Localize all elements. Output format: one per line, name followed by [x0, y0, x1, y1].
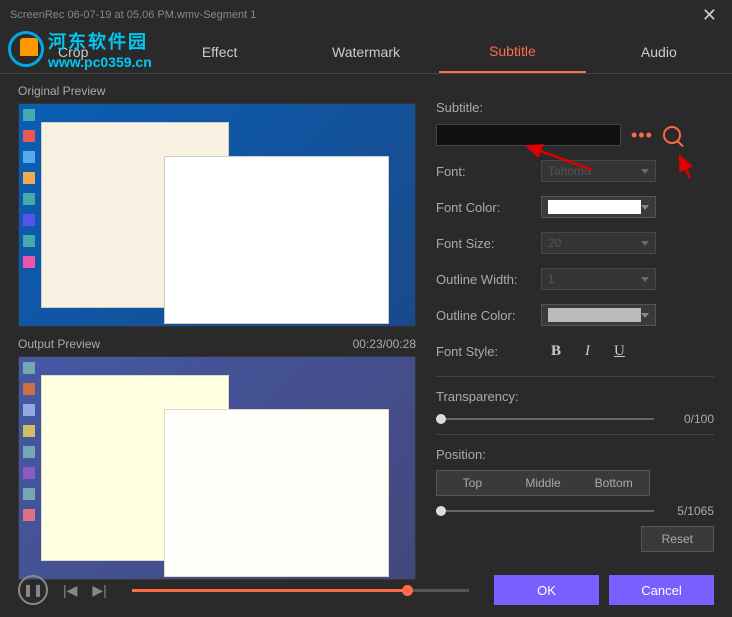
watermark-text-url: www.pc0359.cn [48, 54, 152, 70]
slider-thumb[interactable] [436, 506, 446, 516]
outlinecolor-swatch [548, 308, 641, 322]
position-label: Position: [436, 447, 714, 462]
position-slider[interactable] [436, 510, 654, 512]
tab-watermark[interactable]: Watermark [293, 32, 439, 72]
titlebar: ScreenRec 06-07-19 at 05.06 PM.wmv-Segme… [0, 0, 732, 30]
position-buttons: Top Middle Bottom [436, 470, 650, 496]
playback-bar: ❚❚ |◀ ▶| OK Cancel [0, 563, 732, 617]
italic-button[interactable]: I [585, 343, 590, 360]
fontsize-dropdown[interactable]: 20 [541, 232, 656, 254]
chevron-down-icon [641, 277, 649, 282]
close-icon[interactable]: ✕ [697, 5, 722, 26]
preview-time: 00:23/00:28 [353, 337, 416, 351]
browse-button[interactable]: ••• [631, 125, 653, 146]
transparency-slider[interactable] [436, 418, 654, 420]
transparency-label: Transparency: [436, 389, 714, 404]
fontcolor-swatch [548, 200, 641, 214]
search-icon[interactable] [663, 126, 681, 144]
output-preview [18, 356, 416, 580]
position-top-button[interactable]: Top [437, 471, 508, 495]
slider-thumb[interactable] [436, 414, 446, 424]
timeline-thumb[interactable] [402, 585, 413, 596]
bold-button[interactable]: B [551, 343, 561, 360]
ok-button[interactable]: OK [494, 575, 599, 605]
fontstyle-label: Font Style: [436, 344, 541, 359]
outlinecolor-dropdown[interactable] [541, 304, 656, 326]
subtitle-input[interactable] [436, 124, 621, 146]
position-value: 5/1065 [666, 504, 714, 518]
pause-button[interactable]: ❚❚ [18, 575, 48, 605]
watermark-text-cn: 河东软件园 [48, 28, 152, 54]
chevron-down-icon [641, 169, 649, 174]
preview-panel: Original Preview Output Preview 00:23/00… [18, 84, 416, 590]
output-preview-label: Output Preview [18, 337, 100, 351]
pause-icon: ❚❚ [23, 583, 43, 597]
cancel-button[interactable]: Cancel [609, 575, 714, 605]
fontsize-label: Font Size: [436, 236, 541, 251]
subtitle-label: Subtitle: [436, 100, 541, 115]
chevron-down-icon [641, 241, 649, 246]
original-preview [18, 103, 416, 327]
timeline-slider[interactable] [132, 589, 469, 592]
fontcolor-dropdown[interactable] [541, 196, 656, 218]
outlinewidth-label: Outline Width: [436, 272, 541, 287]
chevron-down-icon [641, 205, 649, 210]
divider [436, 434, 714, 435]
tab-effect[interactable]: Effect [146, 32, 292, 72]
font-label: Font: [436, 164, 541, 179]
transparency-value: 0/100 [666, 412, 714, 426]
position-middle-button[interactable]: Middle [508, 471, 579, 495]
logo-icon [8, 31, 44, 67]
tab-audio[interactable]: Audio [586, 32, 732, 72]
chevron-down-icon [641, 313, 649, 318]
outlinewidth-dropdown[interactable]: 1 [541, 268, 656, 290]
fontcolor-label: Font Color: [436, 200, 541, 215]
outlinecolor-label: Outline Color: [436, 308, 541, 323]
watermark-overlay: 河东软件园 www.pc0359.cn [8, 28, 152, 70]
position-bottom-button[interactable]: Bottom [578, 471, 649, 495]
font-dropdown[interactable]: Tahoma [541, 160, 656, 182]
font-value: Tahoma [548, 164, 591, 178]
prev-button[interactable]: |◀ [63, 582, 77, 599]
next-button[interactable]: ▶| [92, 582, 106, 599]
fontsize-value: 20 [548, 236, 561, 250]
tab-subtitle[interactable]: Subtitle [439, 31, 585, 73]
original-preview-label: Original Preview [18, 84, 105, 98]
divider [436, 376, 714, 377]
reset-button[interactable]: Reset [641, 526, 714, 552]
underline-button[interactable]: U [614, 343, 625, 360]
settings-panel: Subtitle: ••• Font: Tahoma Font Color: F… [436, 84, 714, 590]
outlinewidth-value: 1 [548, 272, 555, 286]
window-title: ScreenRec 06-07-19 at 05.06 PM.wmv-Segme… [10, 9, 256, 21]
